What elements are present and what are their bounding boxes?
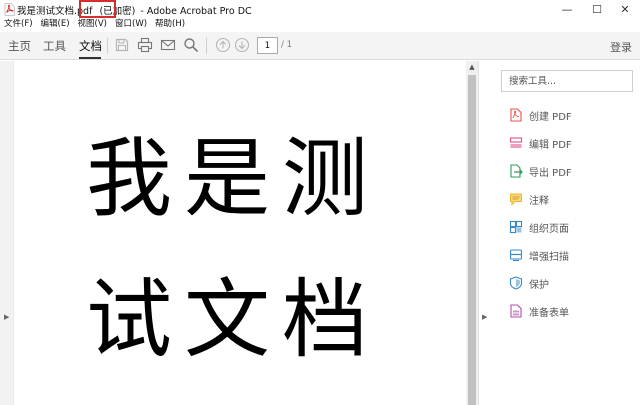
tools-pane: ▶ 创建 PDF 编辑 PDF 导出 PDF 注释 (478, 61, 640, 405)
document-area: ▶ 我是测 试文档 ▲ (0, 61, 478, 405)
window-title: 我是测试文档.pdf (已加密) - Adobe Acrobat Pro DC (17, 3, 252, 17)
tool-label: 导出 PDF (529, 167, 572, 179)
title-app-name: - Adobe Acrobat Pro DC (140, 6, 252, 17)
login-button[interactable]: 登录 (610, 39, 632, 55)
tool-export-pdf[interactable]: 导出 PDF (509, 162, 572, 180)
pdf-file-icon (4, 3, 15, 16)
tool-label: 创建 PDF (529, 111, 572, 123)
document-text-line: 试文档 (86, 270, 380, 370)
prepare-form-icon (510, 304, 522, 318)
encrypted-highlight-box (79, 0, 116, 18)
page-total-label: / 1 (281, 40, 292, 50)
tool-enhance-scan[interactable]: 增强扫描 (509, 246, 569, 264)
tool-label: 准备表单 (529, 307, 569, 319)
tool-protect[interactable]: 保护 (509, 274, 549, 292)
export-pdf-icon (510, 164, 523, 178)
tab-document[interactable]: 文档 (79, 38, 102, 54)
tab-home[interactable]: 主页 (8, 38, 31, 54)
menu-window[interactable]: 窗口(W) (111, 17, 151, 32)
tool-label: 保护 (529, 279, 549, 291)
toolbar: 主页 工具 文档 / 1 登录 (0, 32, 640, 60)
tool-label: 增强扫描 (529, 251, 569, 263)
comment-icon (510, 193, 522, 206)
active-tab-indicator (79, 57, 101, 59)
document-text-line: 我是测 (86, 129, 380, 229)
create-pdf-icon (510, 108, 522, 122)
tool-search-input[interactable] (501, 70, 633, 92)
maximize-icon: ☐ (592, 3, 602, 16)
pdf-page: 我是测 试文档 (14, 61, 466, 405)
protect-icon (509, 276, 523, 290)
tool-create-pdf[interactable]: 创建 PDF (509, 106, 572, 124)
scrollbar-thumb[interactable] (468, 75, 476, 405)
collapse-right-pane-icon[interactable]: ▶ (482, 313, 487, 321)
page-down-icon[interactable] (234, 37, 250, 53)
menu-edit[interactable]: 编辑(E) (37, 17, 74, 32)
email-icon[interactable] (160, 37, 176, 53)
menu-bar: 文件(F) 编辑(E) 视图(V) 窗口(W) 帮助(H) (0, 17, 640, 32)
tab-tools[interactable]: 工具 (43, 38, 66, 54)
save-icon[interactable] (114, 37, 130, 53)
menu-help[interactable]: 帮助(H) (151, 17, 189, 32)
edit-pdf-icon (509, 137, 523, 148)
minimize-icon: — (561, 3, 573, 16)
tool-label: 组织页面 (529, 223, 569, 235)
scroll-up-icon[interactable]: ▲ (466, 61, 478, 73)
tool-edit-pdf[interactable]: 编辑 PDF (509, 134, 572, 152)
page-up-icon[interactable] (215, 37, 231, 53)
tool-prepare-form[interactable]: 准备表单 (509, 302, 569, 320)
menu-file[interactable]: 文件(F) (0, 17, 37, 32)
tool-label: 注释 (529, 195, 549, 207)
left-pane-strip (0, 61, 13, 405)
tool-organize-pages[interactable]: 组织页面 (509, 218, 569, 236)
toolbar-divider (107, 38, 108, 54)
toolbar-divider (206, 38, 207, 54)
enhance-scan-icon (509, 249, 523, 262)
close-icon: ✕ (620, 3, 630, 16)
print-icon[interactable] (137, 37, 153, 53)
search-icon[interactable] (183, 37, 199, 53)
page-number-input[interactable] (257, 37, 278, 54)
organize-pages-icon (509, 220, 523, 234)
tool-comment[interactable]: 注释 (509, 190, 549, 208)
expand-left-pane-icon[interactable]: ▶ (4, 313, 9, 321)
menu-view[interactable]: 视图(V) (74, 17, 111, 32)
tool-label: 编辑 PDF (529, 139, 572, 151)
